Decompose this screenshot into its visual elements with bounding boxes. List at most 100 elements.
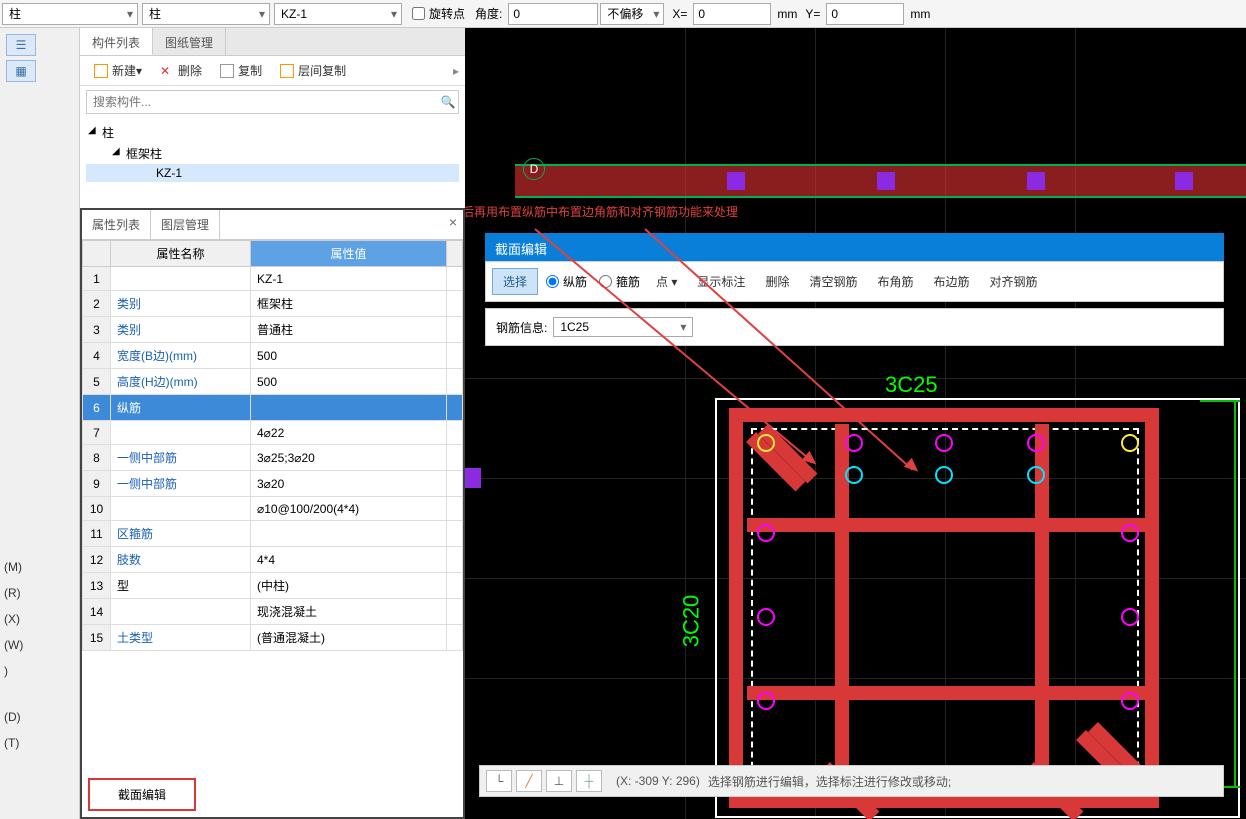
grid-view-icon[interactable]: ▦ [6,60,36,82]
y-input[interactable]: 0 [826,3,904,25]
search-box[interactable]: 🔍 [86,90,459,114]
property-name: 一侧中部筋 [111,445,251,471]
rebar-edge[interactable] [1121,524,1139,542]
btn-align-rebar[interactable]: 对齐钢筋 [990,273,1038,290]
category-dropdown-2[interactable]: 柱 [142,3,270,25]
property-row[interactable]: 11 区箍筋 [83,521,463,547]
property-row[interactable]: 14 现浇混凝土 [83,599,463,625]
rebar-edge[interactable] [757,692,775,710]
component-dropdown[interactable]: KZ-1 [274,3,402,25]
property-value[interactable]: KZ-1 [251,267,447,291]
property-row[interactable]: 1 KZ-1 [83,267,463,291]
node-handle[interactable] [727,172,745,190]
collapse-icon[interactable]: ◢ [112,146,120,157]
node-handle[interactable] [1027,172,1045,190]
rebar-edge[interactable] [1121,608,1139,626]
property-value[interactable]: 4*4 [251,547,447,573]
tab-layer-mgmt[interactable]: 图层管理 [151,210,220,239]
btn-delete[interactable]: 删除 [765,273,789,290]
snap-btn-2[interactable]: ╱ [516,770,542,792]
rebar-edge[interactable] [1121,692,1139,710]
tab-drawing-mgmt[interactable]: 图纸管理 [153,28,226,55]
property-value[interactable]: (普通混凝土) [251,625,447,651]
snap-btn-3[interactable]: ⊥ [546,770,572,792]
rotation-checkbox[interactable]: 旋转点 [412,5,465,22]
property-value[interactable] [251,395,447,421]
select-button[interactable]: 选择 [492,268,538,295]
property-value[interactable]: 4⌀22 [251,421,447,445]
property-value[interactable]: 3⌀20 [251,471,447,497]
tree-root[interactable]: ◢柱 [86,122,459,143]
overflow-icon[interactable]: ▸ [453,64,459,78]
rebar-edge[interactable] [935,434,953,452]
property-value[interactable]: 3⌀25;3⌀20 [251,445,447,471]
row-num: 12 [83,547,111,573]
rebar-corner[interactable] [1121,434,1139,452]
property-value[interactable]: 框架柱 [251,291,447,317]
btn-point[interactable]: 点 ▾ [656,273,677,290]
property-value[interactable]: 普通柱 [251,317,447,343]
category-dropdown-1[interactable]: 柱 [2,3,138,25]
snap-btn-1[interactable]: └ [486,770,512,792]
status-hint: 选择钢筋进行编辑，选择标注进行修改或移动; [708,773,951,790]
rebar-mid[interactable] [1027,466,1045,484]
property-value[interactable]: 500 [251,369,447,395]
offset-dropdown[interactable]: 不偏移 [600,3,664,25]
property-row[interactable]: 4 宽度(B边)(mm) 500 [83,343,463,369]
property-row[interactable]: 3 类别 普通柱 [83,317,463,343]
property-value[interactable]: 500 [251,343,447,369]
section-edit-button[interactable]: 截面编辑 [88,778,196,811]
property-row[interactable]: 2 类别 框架柱 [83,291,463,317]
property-row[interactable]: 8 一侧中部筋 3⌀25;3⌀20 [83,445,463,471]
search-icon[interactable]: 🔍 [438,95,458,109]
property-value[interactable]: (中柱) [251,573,447,599]
tree-child[interactable]: ◢框架柱 [86,143,459,164]
rebar-edge[interactable] [757,608,775,626]
tab-component-list[interactable]: 构件列表 [80,28,153,55]
tab-property-list[interactable]: 属性列表 [82,210,151,239]
btn-clear-rebar[interactable]: 清空钢筋 [809,273,857,290]
drawing-canvas[interactable]: D 可以在此点截面编辑，然后再用布置纵筋中布置边角筋和对齐钢筋功能来处理即可。 … [465,28,1246,819]
close-icon[interactable]: × [449,214,457,230]
property-value[interactable] [251,521,447,547]
rebar-mid[interactable] [845,466,863,484]
node-handle-side[interactable] [465,468,481,488]
property-extra [447,599,463,625]
copy-button[interactable]: 复制 [212,59,270,83]
angle-input[interactable]: 0 [508,3,598,25]
list-view-icon[interactable]: ☰ [6,34,36,56]
property-row[interactable]: 5 高度(H边)(mm) 500 [83,369,463,395]
delete-button[interactable]: ✕删除 [152,59,210,83]
rebar-edge[interactable] [1027,434,1045,452]
property-value[interactable]: 现浇混凝土 [251,599,447,625]
property-row[interactable]: 10 ⌀10@100/200(4*4) [83,497,463,521]
property-row[interactable]: 13 型 (中柱) [83,573,463,599]
radio-longitudinal[interactable]: 纵筋 [546,273,587,290]
btn-corner-bar[interactable]: 布角筋 [877,273,913,290]
property-row[interactable]: 9 一侧中部筋 3⌀20 [83,471,463,497]
property-extra [447,547,463,573]
layer-copy-button[interactable]: 层间复制 [272,59,354,83]
x-input[interactable]: 0 [693,3,771,25]
new-button[interactable]: 新建 ▾ [86,59,150,83]
property-row[interactable]: 12 肢数 4*4 [83,547,463,573]
collapse-icon[interactable]: ◢ [88,125,96,136]
rebar-corner[interactable] [757,434,775,452]
rebar-mid[interactable] [935,466,953,484]
property-row[interactable]: 15 土类型 (普通混凝土) [83,625,463,651]
property-row[interactable]: 6 纵筋 [83,395,463,421]
snap-btn-4[interactable]: ┼ [576,770,602,792]
property-extra [447,573,463,599]
btn-edge-bar[interactable]: 布边筋 [933,273,969,290]
rebar-edge[interactable] [757,524,775,542]
rebar-edge[interactable] [845,434,863,452]
node-handle[interactable] [1175,172,1193,190]
rebar-info-dropdown[interactable]: 1C25 [553,317,693,337]
node-handle[interactable] [877,172,895,190]
property-name [111,421,251,445]
property-row[interactable]: 7 4⌀22 [83,421,463,445]
search-input[interactable] [87,95,438,109]
property-name: 土类型 [111,625,251,651]
tree-leaf-selected[interactable]: KZ-1 [86,164,459,182]
property-value[interactable]: ⌀10@100/200(4*4) [251,497,447,521]
